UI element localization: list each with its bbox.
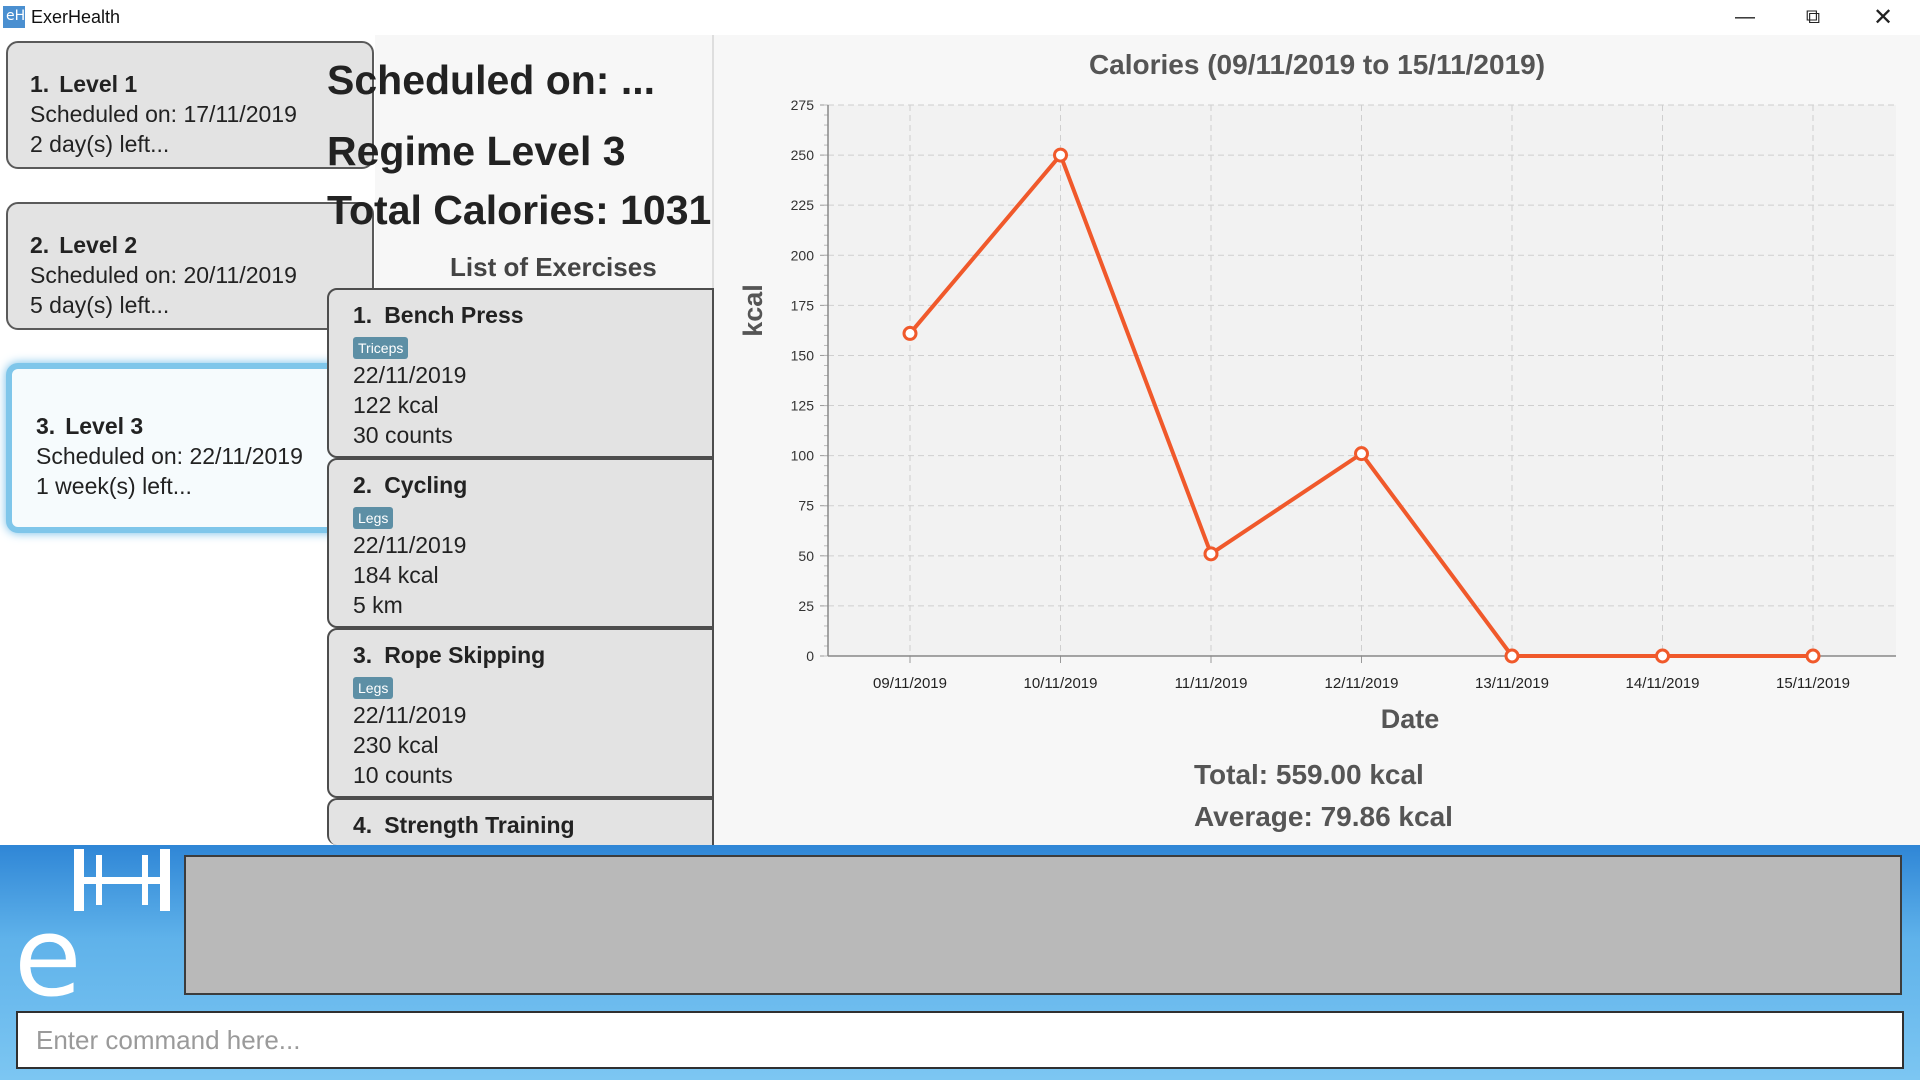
x-tick-label: 14/11/2019 <box>1626 675 1700 692</box>
exercise-card[interactable]: 2. Cycling Legs 22/11/2019 184 kcal 5 km <box>327 458 714 628</box>
muscle-tag: Legs <box>353 507 394 529</box>
regime-title: Regime Level 3 <box>327 128 626 174</box>
exercise-list-heading: List of Exercises <box>450 252 657 282</box>
exercise-card[interactable]: 1. Bench Press Triceps 22/11/2019 122 kca… <box>327 288 714 458</box>
scheduled-heading: Scheduled on: ... <box>327 57 656 103</box>
regime-index: 2. <box>30 232 50 258</box>
regime-card-selected[interactable]: 3. Level 3 Scheduled on: 22/11/2019 1 wee… <box>6 363 374 533</box>
y-tick-label: 200 <box>791 247 815 263</box>
data-point <box>1655 648 1670 664</box>
title-bar: eH ExerHealth — ⧉ ✕ <box>0 0 1920 35</box>
exercise-index: 4. <box>353 812 373 838</box>
muscle-tag: Legs <box>353 677 394 699</box>
regime-scheduled: Scheduled on: 17/11/2019 <box>30 101 297 127</box>
x-tick-label: 13/11/2019 <box>1475 675 1549 692</box>
regime-name: Level 3 <box>65 413 144 439</box>
command-area: e <box>0 845 1920 1080</box>
calorie-chart-panel: 0 25 50 75 100 125 150 175 200 225 250 275 09/11/201… <box>714 35 1920 845</box>
exercise-calories: 122 kcal <box>353 392 439 418</box>
regime-index: 1. <box>30 71 50 97</box>
chart-total: Total: 559.00 kcal <box>1194 759 1424 790</box>
x-tick-label: 09/11/2019 <box>873 675 947 692</box>
exercise-quantity: 5 km <box>353 592 403 618</box>
exercise-calories: 230 kcal <box>353 732 439 758</box>
exercise-index: 2. <box>353 472 373 498</box>
data-point <box>1354 446 1369 462</box>
regime-name: Level 2 <box>59 232 138 258</box>
y-tick-label: 125 <box>791 398 815 414</box>
svg-text:e: e <box>14 893 82 1005</box>
exercise-card[interactable]: 4. Strength Training <box>327 798 714 845</box>
x-tick-label: 11/11/2019 <box>1175 675 1248 692</box>
y-tick-label: 275 <box>791 97 815 113</box>
restore-icon[interactable]: ⧉ <box>1778 0 1848 35</box>
exercise-name: Strength Training <box>384 812 575 838</box>
x-tick-label: 15/11/2019 <box>1776 675 1850 692</box>
exerhealth-logo: e <box>14 849 170 1005</box>
regime-remaining: 1 week(s) left... <box>36 473 192 499</box>
regime-card[interactable]: 1. Level 1 Scheduled on: 17/11/2019 2 day… <box>6 41 374 169</box>
data-point <box>1053 147 1068 163</box>
y-tick-label: 75 <box>798 498 814 514</box>
y-tick-label: 100 <box>791 448 815 464</box>
y-axis-label: kcal <box>738 284 768 337</box>
x-tick-label: 10/11/2019 <box>1024 675 1098 692</box>
regime-remaining: 5 day(s) left... <box>30 292 170 318</box>
exercise-name: Rope Skipping <box>384 642 546 668</box>
data-point <box>1203 546 1219 562</box>
y-tick-label: 225 <box>791 197 815 213</box>
regime-remaining: 2 day(s) left... <box>30 131 170 157</box>
chart-title: Calories (09/11/2019 to 15/11/2019) <box>1088 49 1546 80</box>
exercise-card[interactable]: 3. Rope Skipping Legs 22/11/2019 230 kcal… <box>327 628 714 798</box>
y-tick-label: 50 <box>798 548 814 564</box>
regime-scheduled: Scheduled on: 22/11/2019 <box>36 443 303 469</box>
exercise-quantity: 30 counts <box>353 422 453 448</box>
x-tick-label: 12/11/2019 <box>1325 675 1399 692</box>
exercise-index: 1. <box>353 302 373 328</box>
y-tick-label: 150 <box>791 347 815 363</box>
regime-card[interactable]: 2. Level 2 Scheduled on: 20/11/2019 5 day… <box>6 202 374 330</box>
y-tick-label: 175 <box>791 297 815 313</box>
muscle-tag: Triceps <box>353 337 409 359</box>
exercise-quantity: 10 counts <box>353 762 453 788</box>
data-point <box>1504 648 1520 664</box>
exercise-name: Cycling <box>384 472 468 498</box>
regime-list[interactable]: 1. Level 1 Scheduled on: 17/11/2019 2 day… <box>0 35 375 845</box>
y-tick-label: 250 <box>791 147 815 163</box>
window-title: ExerHealth <box>31 7 121 27</box>
regime-scheduled: Scheduled on: 20/11/2019 <box>30 262 297 288</box>
minimize-icon[interactable]: — <box>1710 0 1780 35</box>
exercise-date: 22/11/2019 <box>353 362 467 388</box>
y-tick-label: 25 <box>798 598 814 614</box>
exercise-date: 22/11/2019 <box>353 702 467 728</box>
regime-index: 3. <box>36 413 56 439</box>
exercise-date: 22/11/2019 <box>353 532 467 558</box>
data-point <box>902 325 918 341</box>
exercise-name: Bench Press <box>384 302 524 328</box>
calorie-line-chart: 0 25 50 75 100 125 150 175 200 225 250 275 09/11/201… <box>738 97 1896 734</box>
regime-name: Level 1 <box>59 71 138 97</box>
data-point <box>1805 648 1821 664</box>
exercise-calories: 184 kcal <box>353 562 439 588</box>
result-display <box>184 855 1902 995</box>
y-tick-label: 0 <box>806 648 814 664</box>
exercise-index: 3. <box>353 642 373 668</box>
total-calories: Total Calories: 1031 <box>327 187 712 233</box>
x-axis-label: Date <box>1381 704 1440 734</box>
chart-average: Average: 79.86 kcal <box>1194 801 1453 832</box>
command-input[interactable] <box>16 1011 1904 1069</box>
app-logo-icon: eH <box>3 6 25 28</box>
close-icon[interactable]: ✕ <box>1848 0 1918 35</box>
